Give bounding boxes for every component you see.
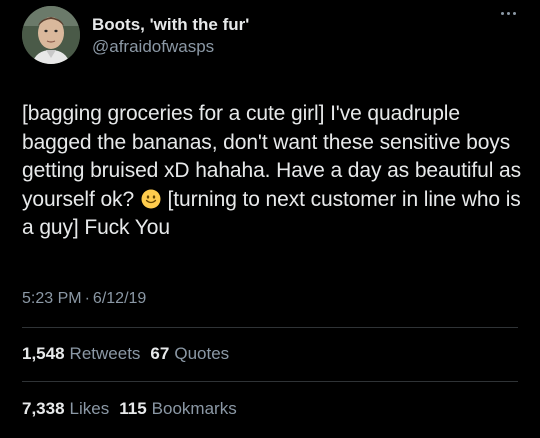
- more-horizontal-icon-dot: [501, 12, 504, 15]
- quotes-label: Quotes: [174, 344, 230, 363]
- author-names: Boots, 'with the fur' @afraidofwasps: [92, 12, 249, 58]
- avatar-photo-icon: [22, 6, 80, 64]
- slightly-smiling-face-icon: [141, 189, 161, 209]
- tweet-text: [bagging groceries for a cute girl] I've…: [22, 100, 522, 243]
- retweets-label: Retweets: [69, 344, 141, 363]
- author-display-name[interactable]: Boots, 'with the fur': [92, 14, 249, 36]
- avatar[interactable]: [22, 6, 80, 64]
- more-horizontal-icon-dot: [507, 12, 510, 15]
- bookmarks-label: Bookmarks: [151, 399, 237, 418]
- tweet-timestamp[interactable]: 5:23 PM · 6/12/19: [22, 290, 146, 308]
- more-horizontal-icon-dot: [513, 12, 516, 15]
- likes-stat[interactable]: 7,338 Likes: [22, 399, 109, 419]
- likes-count: 7,338: [22, 399, 65, 418]
- quotes-stat[interactable]: 67 Quotes: [150, 344, 229, 364]
- tweet-card: Boots, 'with the fur' @afraidofwasps [ba…: [0, 0, 540, 438]
- more-options-button[interactable]: [501, 12, 516, 15]
- retweets-stat[interactable]: 1,548 Retweets: [22, 344, 140, 364]
- engagement-row-1: 1,548 Retweets 67 Quotes: [22, 344, 239, 364]
- divider: [22, 381, 518, 382]
- divider: [22, 327, 518, 328]
- bookmarks-stat[interactable]: 115 Bookmarks: [119, 399, 236, 419]
- engagement-row-2: 7,338 Likes 115 Bookmarks: [22, 399, 247, 419]
- tweet-date: 6/12/19: [92, 290, 147, 307]
- author-handle[interactable]: @afraidofwasps: [92, 36, 249, 58]
- tweet-time: 5:23 PM: [22, 290, 82, 307]
- quotes-count: 67: [150, 344, 170, 363]
- bookmarks-count: 115: [119, 399, 147, 418]
- retweets-count: 1,548: [22, 344, 65, 363]
- tweet-header: Boots, 'with the fur' @afraidofwasps: [22, 6, 249, 64]
- likes-label: Likes: [69, 399, 110, 418]
- meta-separator: ·: [84, 290, 90, 307]
